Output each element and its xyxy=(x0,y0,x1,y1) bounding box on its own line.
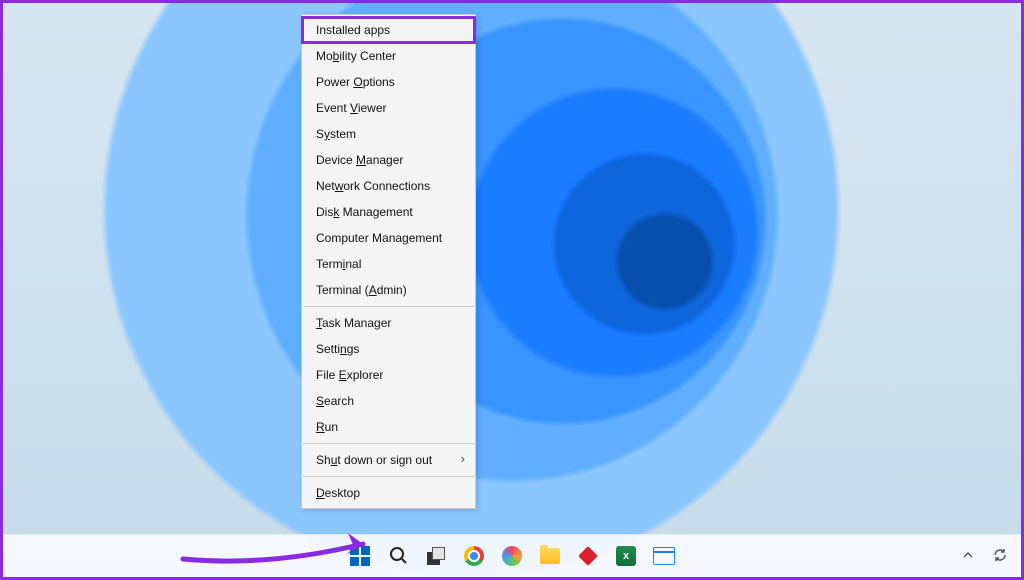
menu-separator xyxy=(303,306,474,307)
menu-item-text: Management xyxy=(339,205,412,219)
menu-item-text: t down or sign out xyxy=(337,453,432,467)
menu-item-text: ility Center xyxy=(339,49,396,63)
menu-item-system[interactable]: System xyxy=(302,121,475,147)
taskbar: x xyxy=(3,534,1021,577)
menu-item-desktop[interactable]: Desktop xyxy=(302,480,475,506)
search-button[interactable] xyxy=(387,545,409,567)
avatar-app-icon[interactable] xyxy=(501,545,523,567)
menu-item-text: gs xyxy=(347,342,360,356)
menu-item-text: earch xyxy=(324,394,354,408)
menu-item-text: esktop xyxy=(325,486,360,500)
menu-item-accelerator: A xyxy=(369,283,377,297)
taskbar-tray xyxy=(957,535,1011,577)
menu-separator xyxy=(303,476,474,477)
menu-item-accelerator: S xyxy=(316,394,324,408)
menu-item-mobility-center[interactable]: Mobility Center xyxy=(302,43,475,69)
menu-item-text: Device xyxy=(316,153,356,167)
menu-item-search[interactable]: Search xyxy=(302,388,475,414)
menu-item-text: stem xyxy=(330,127,356,141)
menu-item-text: ptions xyxy=(363,75,395,89)
menu-item-file-explorer[interactable]: File Explorer xyxy=(302,362,475,388)
excel-icon[interactable]: x xyxy=(615,545,637,567)
taskbar-center-group: x xyxy=(349,535,675,577)
menu-item-text: File xyxy=(316,368,339,382)
tray-overflow-icon[interactable] xyxy=(957,545,979,567)
menu-item-text: Computer Mana xyxy=(316,231,402,245)
menu-item-text: Power xyxy=(316,75,353,89)
menu-item-accelerator: D xyxy=(316,486,325,500)
menu-item-text: Setti xyxy=(316,342,340,356)
menu-item-run[interactable]: Run xyxy=(302,414,475,440)
menu-item-installed-apps[interactable]: Installed apps xyxy=(302,17,475,43)
menu-item-text: Installed apps xyxy=(316,23,390,37)
menu-item-text: ask Manager xyxy=(322,316,391,330)
task-view-button[interactable] xyxy=(425,545,447,567)
menu-item-text: dmin) xyxy=(377,283,407,297)
menu-item-accelerator: g xyxy=(402,231,409,245)
menu-item-network-connections[interactable]: Network Connections xyxy=(302,173,475,199)
menu-item-text: S xyxy=(316,127,324,141)
menu-item-text: Terminal ( xyxy=(316,283,369,297)
chrome-icon[interactable] xyxy=(463,545,485,567)
menu-item-accelerator: O xyxy=(353,75,362,89)
menu-item-computer-management[interactable]: Computer Management xyxy=(302,225,475,251)
menu-separator xyxy=(303,443,474,444)
menu-item-event-viewer[interactable]: Event Viewer xyxy=(302,95,475,121)
menu-item-text: nal xyxy=(345,257,361,271)
menu-item-shut-down-or-sign-out[interactable]: Shut down or sign out xyxy=(302,447,475,473)
desktop-wallpaper xyxy=(3,3,1021,577)
menu-item-text: Mo xyxy=(316,49,333,63)
mail-app-icon[interactable] xyxy=(577,545,599,567)
menu-item-text: xplorer xyxy=(347,368,384,382)
start-button[interactable] xyxy=(349,545,371,567)
app-window-icon[interactable] xyxy=(653,545,675,567)
menu-item-accelerator: V xyxy=(350,101,358,115)
menu-item-text: anager xyxy=(366,153,403,167)
menu-item-accelerator: E xyxy=(339,368,347,382)
menu-item-disk-management[interactable]: Disk Management xyxy=(302,199,475,225)
menu-item-text: iewer xyxy=(358,101,387,115)
menu-item-text: Dis xyxy=(316,205,333,219)
menu-item-text: un xyxy=(325,420,338,434)
menu-item-text: Sh xyxy=(316,453,331,467)
menu-item-terminal-admin-[interactable]: Terminal (Admin) xyxy=(302,277,475,303)
menu-item-terminal[interactable]: Terminal xyxy=(302,251,475,277)
menu-item-task-manager[interactable]: Task Manager xyxy=(302,310,475,336)
menu-item-text: ement xyxy=(409,231,442,245)
menu-item-accelerator: n xyxy=(340,342,347,356)
menu-item-device-manager[interactable]: Device Manager xyxy=(302,147,475,173)
menu-item-text: ork Connections xyxy=(343,179,430,193)
menu-item-settings[interactable]: Settings xyxy=(302,336,475,362)
menu-item-accelerator: R xyxy=(316,420,325,434)
screenshot-frame: Installed appsMobility CenterPower Optio… xyxy=(0,0,1024,580)
winx-context-menu: Installed appsMobility CenterPower Optio… xyxy=(301,14,476,509)
menu-item-power-options[interactable]: Power Options xyxy=(302,69,475,95)
file-explorer-icon[interactable] xyxy=(539,545,561,567)
tray-sync-icon[interactable] xyxy=(989,545,1011,567)
menu-item-text: Event xyxy=(316,101,350,115)
menu-item-accelerator: M xyxy=(356,153,366,167)
menu-item-text: Net xyxy=(316,179,335,193)
menu-item-text: Term xyxy=(316,257,343,271)
